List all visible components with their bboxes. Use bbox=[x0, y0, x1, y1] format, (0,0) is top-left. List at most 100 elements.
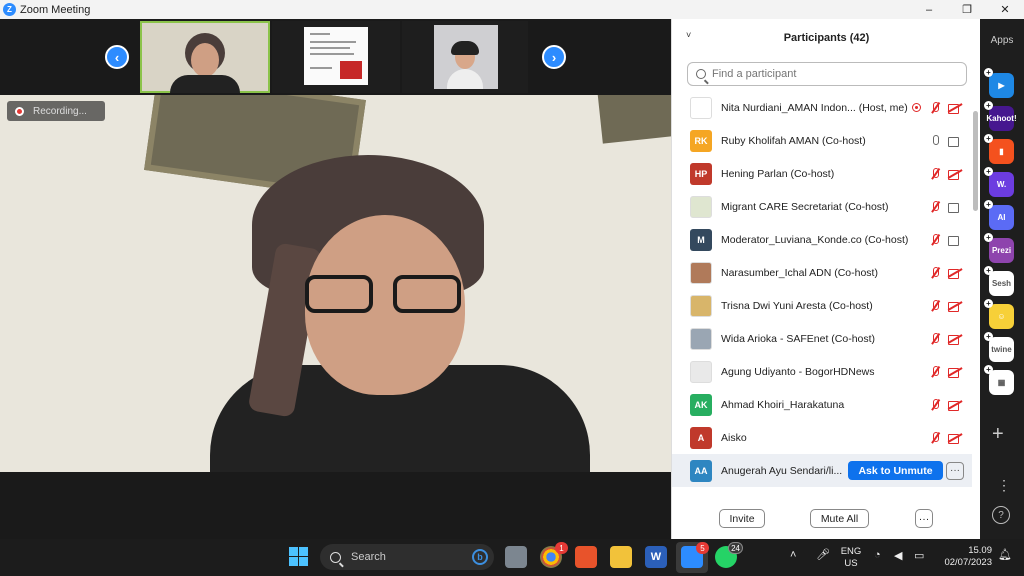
participant-avatar bbox=[690, 360, 712, 383]
thumbnail-strip: ‹ › bbox=[0, 19, 671, 95]
whatsapp-icon[interactable]: 24 bbox=[715, 542, 743, 568]
video-off-icon[interactable] bbox=[948, 103, 962, 114]
participant-search-input[interactable] bbox=[712, 68, 952, 80]
video-icon[interactable] bbox=[948, 136, 962, 147]
chrome-icon[interactable]: 1 bbox=[540, 542, 568, 568]
video-thumbnail-shared-document[interactable] bbox=[272, 21, 400, 93]
minimize-button[interactable]: – bbox=[910, 0, 948, 19]
video-thumbnail-participant[interactable] bbox=[402, 21, 528, 93]
windows-start-icon[interactable] bbox=[288, 546, 310, 568]
mic-icon[interactable] bbox=[930, 134, 940, 147]
more-options-button[interactable]: ··· bbox=[915, 509, 933, 528]
video-off-icon[interactable] bbox=[948, 433, 962, 444]
video-off-icon[interactable] bbox=[948, 169, 962, 180]
sesh-app-icon[interactable]: + Sesh bbox=[984, 266, 1014, 296]
close-button[interactable]: ✕ bbox=[986, 0, 1024, 19]
clock[interactable]: 15.09 02/07/2023 bbox=[932, 545, 992, 569]
word-icon[interactable]: W bbox=[645, 546, 667, 568]
volume-icon[interactable]: ◀︎ bbox=[894, 549, 902, 562]
participant-row[interactable]: Nita Nurdiani_AMAN Indon... (Host, me) bbox=[672, 91, 972, 124]
mic-muted-icon[interactable] bbox=[930, 431, 940, 444]
video-off-icon[interactable] bbox=[948, 367, 962, 378]
participant-row[interactable]: RK Ruby Kholifah AMAN (Co-host) bbox=[672, 124, 972, 157]
language-line1: ENG bbox=[840, 546, 862, 557]
main-speaker-video bbox=[0, 95, 671, 472]
participants-title: Participants (42) bbox=[783, 32, 870, 44]
invite-button[interactable]: Invite bbox=[719, 509, 765, 528]
help-icon[interactable]: ? bbox=[992, 506, 1010, 524]
participant-name: Narasumber_Ichal ADN (Co-host) bbox=[721, 266, 878, 279]
participant-row[interactable]: Trisna Dwi Yuni Aresta (Co-host) bbox=[672, 289, 972, 322]
participant-more-button[interactable]: ··· bbox=[946, 461, 964, 480]
mic-muted-icon[interactable] bbox=[930, 101, 940, 114]
bing-icon[interactable]: b bbox=[472, 549, 488, 565]
video-icon[interactable] bbox=[948, 235, 962, 246]
mic-muted-icon[interactable] bbox=[930, 200, 940, 213]
video-off-icon[interactable] bbox=[948, 301, 962, 312]
add-app-icon[interactable]: + bbox=[992, 423, 1004, 446]
participant-row[interactable]: HP Hening Parlan (Co-host) bbox=[672, 157, 972, 190]
participant-avatar: AA bbox=[690, 459, 712, 482]
language-indicator[interactable]: ENG US bbox=[838, 546, 864, 570]
video-off-icon[interactable] bbox=[948, 400, 962, 411]
tray-expand-icon[interactable]: ˄ bbox=[790, 549, 796, 561]
recording-indicator[interactable]: Recording... bbox=[7, 101, 105, 121]
mic-muted-icon[interactable] bbox=[930, 365, 940, 378]
participant-name: Migrant CARE Secretariat (Co-host) bbox=[721, 200, 889, 213]
mic-muted-icon[interactable] bbox=[930, 266, 940, 279]
participant-row[interactable]: Agung Udiyanto - BogorHDNews bbox=[672, 355, 972, 388]
zoom-taskbar-icon[interactable]: 5 bbox=[681, 542, 709, 568]
add-badge-icon: + bbox=[984, 101, 993, 110]
participant-row[interactable]: Narasumber_Ichal ADN (Co-host) bbox=[672, 256, 972, 289]
video-thumbnail-speaker[interactable] bbox=[140, 21, 270, 93]
app-1-app-icon[interactable]: + ▶ bbox=[984, 68, 1014, 98]
more-vertical-icon[interactable]: ⋮ bbox=[997, 477, 1011, 494]
acrobat-icon[interactable] bbox=[575, 546, 597, 568]
file-explorer-icon[interactable] bbox=[610, 546, 632, 568]
participant-row[interactable]: Wida Arioka - SAFEnet (Co-host) bbox=[672, 322, 972, 355]
kahoot-app-icon[interactable]: + Kahoot! bbox=[984, 101, 1017, 131]
scrollbar-thumb[interactable] bbox=[973, 111, 978, 211]
mute-all-button[interactable]: Mute All bbox=[810, 509, 869, 528]
microphone-icon[interactable]: 🎤︎ bbox=[816, 548, 830, 561]
participant-list-scrollbar[interactable] bbox=[972, 91, 980, 495]
participant-row[interactable]: Migrant CARE Secretariat (Co-host) bbox=[672, 190, 972, 223]
prev-page-button[interactable]: ‹ bbox=[105, 45, 129, 69]
apps-label: Apps bbox=[990, 35, 1014, 46]
mic-muted-icon[interactable] bbox=[930, 398, 940, 411]
mic-muted-icon[interactable] bbox=[930, 233, 940, 246]
task-view-icon[interactable] bbox=[505, 546, 527, 568]
ai-app-app-icon[interactable]: + AI bbox=[984, 200, 1014, 230]
participant-row[interactable]: AK Ahmad Khoiri_Harakatuna bbox=[672, 388, 972, 421]
wooclap-app-icon[interactable]: + W. bbox=[984, 167, 1014, 197]
mic-muted-icon[interactable] bbox=[930, 299, 940, 312]
app-3-app-icon[interactable]: + ▮ bbox=[984, 134, 1014, 164]
participant-search-box[interactable] bbox=[687, 62, 967, 86]
taskbar-search[interactable]: Search b bbox=[320, 544, 494, 570]
twine-app-icon[interactable]: + twine bbox=[984, 332, 1014, 362]
ask-to-unmute-button[interactable]: Ask to Unmute bbox=[848, 461, 943, 480]
video-off-icon[interactable] bbox=[948, 334, 962, 345]
video-icon[interactable] bbox=[948, 202, 962, 213]
participant-avatar: A bbox=[690, 426, 712, 449]
smiley-app-app-icon[interactable]: + ☺ bbox=[984, 299, 1014, 329]
participant-row[interactable]: A Aisko bbox=[672, 421, 972, 454]
restore-button[interactable]: ❐ bbox=[948, 0, 986, 19]
chevron-down-icon[interactable]: ˅ bbox=[686, 30, 691, 40]
notification-bell-icon[interactable]: 🔔︎ bbox=[998, 548, 1012, 561]
search-icon bbox=[330, 551, 341, 563]
apps-grid-app-icon[interactable]: + ▦ bbox=[984, 365, 1014, 395]
next-page-button[interactable]: › bbox=[542, 45, 566, 69]
apps-sidebar: Apps + ▶ + Kahoot! + ▮ + W. + AI + Prezi + Sesh + ☺ + twi… bbox=[980, 19, 1024, 539]
add-badge-icon: + bbox=[984, 68, 993, 77]
video-off-icon[interactable] bbox=[948, 268, 962, 279]
mic-muted-icon[interactable] bbox=[930, 332, 940, 345]
prezi-app-icon[interactable]: + Prezi bbox=[984, 233, 1014, 263]
wifi-icon[interactable]: ◔ bbox=[874, 549, 881, 561]
app-glyph: ☺ bbox=[997, 312, 1006, 321]
mic-muted-icon[interactable] bbox=[930, 167, 940, 180]
battery-icon[interactable]: ▭ bbox=[914, 549, 924, 562]
participant-row[interactable]: M Moderator_Luviana_Konde.co (Co-host) bbox=[672, 223, 972, 256]
participant-row[interactable]: AA Anugerah Ayu Sendari/li... Ask to Unmut… bbox=[672, 454, 972, 487]
taskbar-search-label: Search bbox=[351, 551, 386, 563]
